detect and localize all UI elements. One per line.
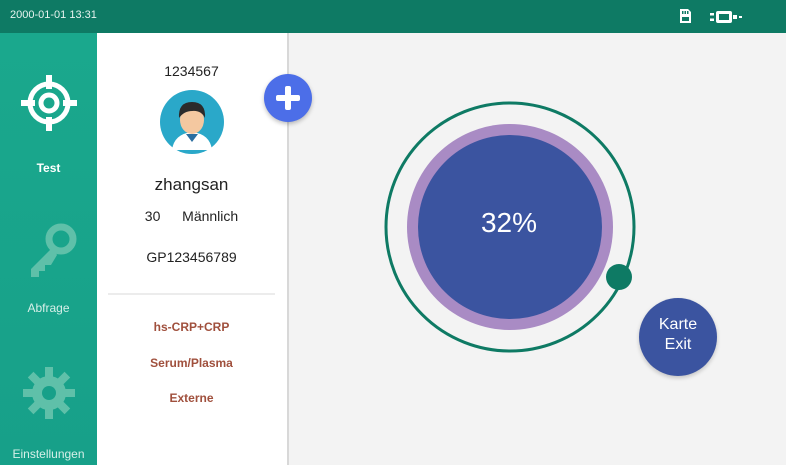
crosshair-icon <box>20 75 77 131</box>
add-button[interactable] <box>264 74 312 122</box>
sd-card-icon <box>680 9 691 23</box>
patient-age-gender: 30 Männlich <box>98 208 285 224</box>
sample-type: Serum/Plasma <box>150 356 233 370</box>
karte-exit-line2: Exit <box>664 336 692 353</box>
patient-name: zhangsan <box>154 175 229 194</box>
karte-exit-button[interactable]: Karte Exit <box>639 298 717 376</box>
nav-label-einstellungen: Einstellungen <box>12 447 85 461</box>
test-mode: Externe <box>169 391 214 405</box>
plus-icon <box>276 86 300 110</box>
nav-item-abfrage[interactable]: Abfrage <box>0 221 97 315</box>
patient-id: 1234567 <box>164 63 219 79</box>
nav-sidebar: Test Abfrage Einstellungen <box>0 33 97 465</box>
patient-card: 1234567 zhangsan 30 Männlich GP123456789… <box>98 33 285 465</box>
test-item: hs-CRP+CRP <box>153 320 230 334</box>
patient-gender: Männlich <box>182 208 239 224</box>
patient-code: GP123456789 <box>146 249 237 265</box>
gear-icon <box>22 367 75 419</box>
status-bar: 2000-01-01 13:31 <box>0 0 786 33</box>
nav-label-test: Test <box>36 161 61 175</box>
datetime-text: 2000-01-01 13:31 <box>10 9 97 21</box>
user-avatar-icon <box>160 90 224 154</box>
battery-icon <box>710 11 742 23</box>
nav-item-test[interactable]: Test <box>0 73 97 175</box>
patient-age: 30 <box>144 208 161 224</box>
key-icon <box>30 223 76 277</box>
card-divider <box>108 293 275 295</box>
progress-handle <box>606 264 632 290</box>
nav-label-abfrage: Abfrage <box>27 301 70 315</box>
karte-exit-line1: Karte <box>658 316 698 333</box>
progress-percent: 32% <box>480 207 538 238</box>
nav-item-einstellungen[interactable]: Einstellungen <box>0 363 97 461</box>
app-window: 2000-01-01 13:31 Test Abfrage Einstellun… <box>0 0 786 465</box>
